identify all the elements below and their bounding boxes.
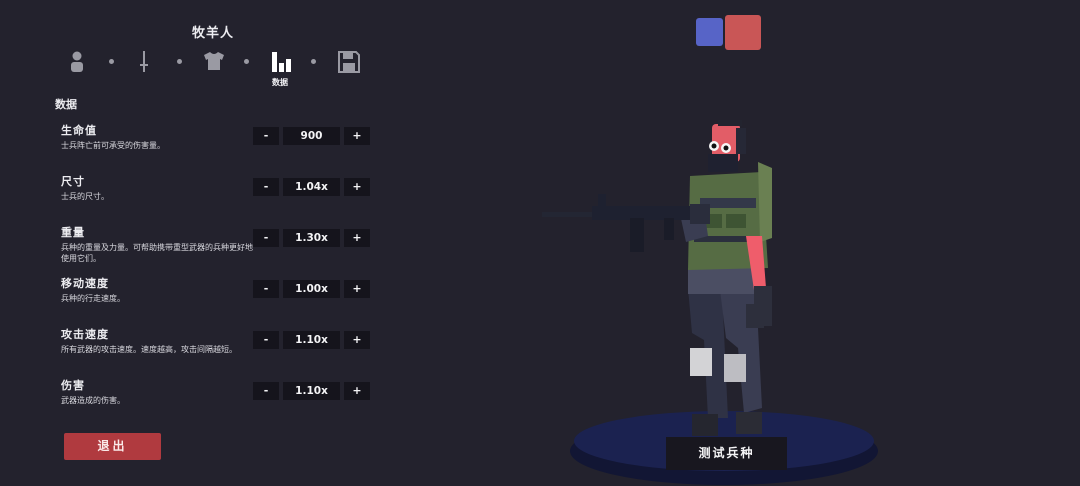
stat-name: 重量	[61, 226, 85, 239]
tab-stats-label: 数据	[272, 78, 288, 87]
unit-editor-screen: 牧羊人 数据 数据 生命值 士兵阵亡前可承受的伤害量。 - 900 + 尺寸 士…	[0, 0, 1080, 486]
stat-description: 武器造成的伤害。	[61, 396, 125, 405]
save-icon	[338, 51, 360, 73]
stat-value: 900	[283, 127, 340, 145]
tab-separator	[177, 59, 182, 64]
stat-weight: 重量 兵种的重量及力量。可帮助携带重型武器的兵种更好地使用它们。 - 1.30x…	[61, 224, 381, 270]
tab-save[interactable]	[332, 46, 362, 78]
stat-description: 士兵的尺寸。	[61, 192, 109, 201]
increase-button[interactable]: +	[344, 331, 370, 349]
sword-icon	[140, 51, 148, 72]
tab-separator	[244, 59, 249, 64]
tab-weapon[interactable]	[129, 46, 159, 78]
stat-name: 生命值	[61, 124, 97, 137]
stat-description: 兵种的重量及力量。可帮助携带重型武器的兵种更好地使用它们。	[61, 243, 253, 263]
tab-separator	[311, 59, 316, 64]
soldier-preview[interactable]	[540, 118, 790, 440]
stat-size: 尺寸 士兵的尺寸。 - 1.04x +	[61, 173, 381, 219]
stat-name: 移动速度	[61, 277, 109, 290]
team-blue-button[interactable]	[696, 18, 723, 46]
stat-name: 攻击速度	[61, 328, 109, 341]
decrease-button[interactable]: -	[253, 229, 279, 247]
increase-button[interactable]: +	[344, 127, 370, 145]
increase-button[interactable]: +	[344, 280, 370, 298]
shirt-icon	[204, 52, 224, 70]
stat-description: 兵种的行走速度。	[61, 294, 125, 303]
increase-button[interactable]: +	[344, 229, 370, 247]
tab-clothing[interactable]	[197, 46, 227, 78]
stats-icon	[272, 52, 291, 72]
stat-attack-speed: 攻击速度 所有武器的攻击速度。速度越高，攻击间隔越短。 - 1.10x +	[61, 326, 381, 372]
test-unit-button[interactable]: 测试兵种	[666, 437, 787, 470]
decrease-button[interactable]: -	[253, 331, 279, 349]
stat-move-speed: 移动速度 兵种的行走速度。 - 1.00x +	[61, 275, 381, 321]
decrease-button[interactable]: -	[253, 127, 279, 145]
unit-name: 牧羊人	[191, 26, 234, 41]
decrease-button[interactable]: -	[253, 280, 279, 298]
stat-description: 士兵阵亡前可承受的伤害量。	[61, 141, 165, 150]
stat-value: 1.10x	[283, 382, 340, 400]
stat-health: 生命值 士兵阵亡前可承受的伤害量。 - 900 +	[61, 122, 381, 168]
stat-value: 1.00x	[283, 280, 340, 298]
tab-separator	[109, 59, 114, 64]
tab-person[interactable]	[62, 46, 92, 78]
team-red-button[interactable]	[725, 15, 761, 50]
tab-stats[interactable]	[265, 46, 295, 78]
stat-name: 尺寸	[61, 175, 85, 188]
stat-value: 1.10x	[283, 331, 340, 349]
section-title: 数据	[55, 98, 77, 111]
increase-button[interactable]: +	[344, 382, 370, 400]
increase-button[interactable]: +	[344, 178, 370, 196]
stat-name: 伤害	[61, 379, 85, 392]
stat-description: 所有武器的攻击速度。速度越高，攻击间隔越短。	[61, 345, 237, 354]
exit-button[interactable]: 退出	[64, 433, 161, 460]
decrease-button[interactable]: -	[253, 178, 279, 196]
stat-damage: 伤害 武器造成的伤害。 - 1.10x +	[61, 377, 381, 423]
stat-value: 1.30x	[283, 229, 340, 247]
stat-value: 1.04x	[283, 178, 340, 196]
decrease-button[interactable]: -	[253, 382, 279, 400]
person-icon	[71, 51, 83, 72]
